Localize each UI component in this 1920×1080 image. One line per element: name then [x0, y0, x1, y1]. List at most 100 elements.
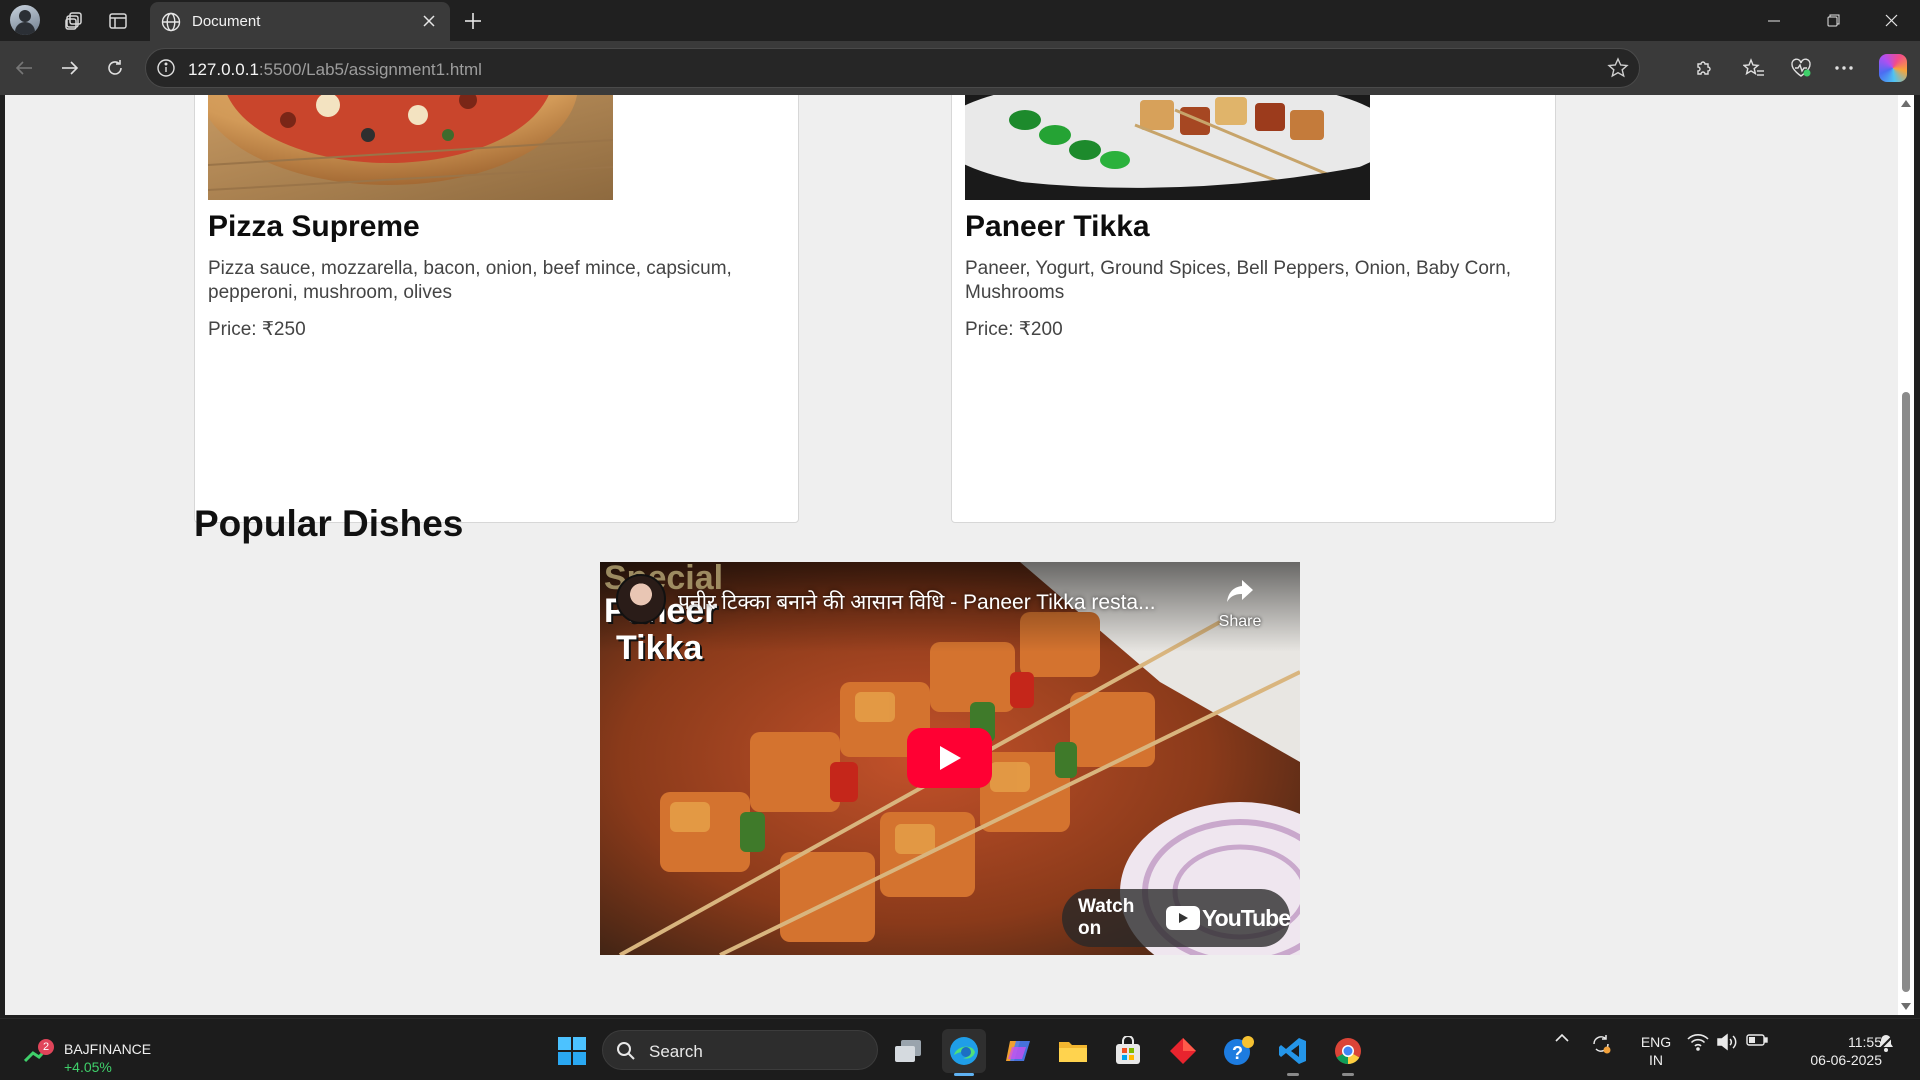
search-label: Search	[649, 1042, 703, 1061]
scroll-up-arrow-icon[interactable]	[1901, 100, 1911, 107]
forward-button[interactable]	[55, 53, 85, 83]
volume-icon[interactable]	[1715, 1033, 1739, 1051]
diamond-app-icon	[1170, 1038, 1196, 1064]
folder-icon	[1059, 1042, 1087, 1062]
youtube-embed[interactable]: Special Paneer Tikka पनीर टिक्का बनाने क…	[600, 562, 1300, 955]
task-view-button[interactable]	[886, 1029, 930, 1073]
restore-button[interactable]	[1804, 0, 1862, 41]
taskbar-copilot[interactable]	[996, 1029, 1040, 1073]
language-code: ENG	[1640, 1034, 1672, 1050]
stock-change: +4.05%	[64, 1059, 112, 1075]
taskbar-edge[interactable]	[942, 1029, 986, 1076]
taskbar-tips[interactable]: ?	[1216, 1029, 1260, 1073]
notification-bell-icon[interactable]	[1874, 1033, 1898, 1053]
favorite-star-icon[interactable]	[1607, 57, 1629, 84]
taskbar-chrome[interactable]	[1326, 1029, 1370, 1076]
vertical-scrollbar[interactable]	[1898, 95, 1914, 1015]
refresh-button[interactable]	[100, 53, 130, 83]
card-title: Pizza Supreme	[208, 210, 420, 243]
share-icon	[1227, 580, 1253, 602]
running-indicator	[1287, 1073, 1299, 1076]
pizza-image	[208, 95, 613, 200]
edge-icon	[950, 1037, 978, 1065]
wifi-icon[interactable]	[1686, 1033, 1710, 1051]
url-host: 127.0.0.1	[188, 60, 259, 79]
card-description: Pizza sauce, mozzarella, bacon, onion, b…	[208, 258, 732, 303]
taskbar-store[interactable]	[1106, 1029, 1150, 1073]
window-frame-right	[1914, 95, 1920, 1015]
input-language[interactable]: ENG IN	[1636, 1033, 1676, 1069]
workspaces-icon[interactable]	[60, 7, 88, 35]
battery-icon[interactable]	[1745, 1033, 1769, 1047]
taskbar-file-explorer[interactable]	[1051, 1029, 1095, 1073]
close-tab-icon[interactable]	[418, 10, 440, 32]
vscode-icon	[1279, 1038, 1306, 1064]
sync-icon[interactable]	[1588, 1033, 1614, 1055]
card-title: Paneer Tikka	[965, 210, 1150, 243]
menu-card-paneer: Paneer Tikka Paneer, Yogurt, Ground Spic…	[951, 95, 1556, 523]
play-icon	[939, 746, 961, 770]
youtube-wordmark: YouTube	[1202, 904, 1291, 931]
section-title-popular-dishes: Popular Dishes	[194, 503, 464, 544]
taskbar-search[interactable]: Search	[602, 1030, 878, 1070]
scrollbar-thumb[interactable]	[1902, 392, 1910, 992]
copilot-app-icon	[1006, 1041, 1030, 1061]
stock-ticker: BAJFINANCE	[64, 1041, 152, 1057]
search-icon	[617, 1042, 635, 1060]
taskbar: 2 BAJFINANCE +4.05% Search ? ENG IN 11:5…	[0, 1018, 1920, 1080]
address-bar[interactable]: 127.0.0.1:5500/Lab5/assignment1.html	[145, 48, 1640, 88]
running-indicator	[954, 1073, 974, 1076]
card-price: Price: ₹200	[965, 319, 1063, 340]
menu-card-pizza: Pizza Supreme Pizza sauce, mozzarella, b…	[194, 95, 799, 523]
running-indicator	[1342, 1073, 1354, 1076]
page-viewport: Pizza Supreme Pizza sauce, mozzarella, b…	[5, 95, 1898, 1015]
close-window-button[interactable]	[1862, 0, 1920, 41]
vertical-tabs-icon[interactable]	[104, 7, 132, 35]
minimize-button[interactable]	[1745, 0, 1803, 41]
watch-on-label: Watch on	[1078, 896, 1135, 939]
share-label: Share	[1218, 613, 1262, 630]
more-options-icon[interactable]	[1829, 53, 1859, 83]
video-title[interactable]: पनीर टिक्का बनाने की आसान विधि - Paneer …	[678, 588, 1156, 616]
new-tab-button[interactable]	[458, 6, 488, 36]
tab-title: Document	[192, 13, 261, 30]
copilot-icon[interactable]	[1879, 54, 1907, 82]
channel-avatar[interactable]	[616, 574, 666, 624]
start-button[interactable]	[550, 1029, 594, 1073]
tab-strip: Document	[0, 0, 1920, 41]
paneer-image	[965, 95, 1370, 200]
play-button[interactable]	[907, 728, 992, 788]
clock-time: 11:55	[1848, 1034, 1882, 1050]
watch-on-youtube-button[interactable]: Watch on YouTube	[1062, 889, 1291, 947]
card-price: Price: ₹250	[208, 319, 306, 340]
show-hidden-icons-chevron-icon[interactable]	[1552, 1033, 1572, 1043]
system-clock[interactable]: 11:55 06-06-2025	[1782, 1033, 1882, 1069]
task-view-icon	[895, 1040, 921, 1062]
taskbar-vscode[interactable]	[1271, 1029, 1315, 1076]
windows-logo-icon	[558, 1037, 586, 1065]
chrome-icon	[1335, 1038, 1361, 1065]
youtube-play-icon	[1166, 906, 1201, 930]
url-path: :5500/Lab5/assignment1.html	[258, 60, 482, 79]
profile-avatar[interactable]	[10, 5, 40, 35]
browser-essentials-icon[interactable]	[1786, 53, 1816, 83]
store-icon	[1116, 1036, 1140, 1064]
share-button[interactable]: Share	[1210, 578, 1270, 631]
globe-icon	[160, 11, 182, 38]
thumbnail-text-tikka: Tikka	[616, 629, 703, 667]
extensions-icon[interactable]	[1689, 53, 1719, 83]
back-button[interactable]	[9, 53, 39, 83]
svg-text:?: ?	[1232, 1043, 1243, 1063]
region-code: IN	[1649, 1052, 1663, 1068]
scroll-down-arrow-icon[interactable]	[1901, 1003, 1911, 1010]
taskbar-red-app[interactable]	[1161, 1029, 1205, 1073]
tab-document[interactable]: Document	[150, 2, 450, 41]
youtube-logo: YouTube	[1166, 904, 1291, 932]
favorites-icon[interactable]	[1739, 53, 1769, 83]
site-info-icon[interactable]	[156, 58, 176, 83]
clock-date: 06-06-2025	[1810, 1052, 1882, 1068]
stock-widget[interactable]: 2 BAJFINANCE +4.05%	[24, 1031, 174, 1075]
card-description: Paneer, Yogurt, Ground Spices, Bell Pepp…	[965, 258, 1512, 303]
url-text: 127.0.0.1:5500/Lab5/assignment1.html	[188, 60, 482, 80]
address-bar-row: 127.0.0.1:5500/Lab5/assignment1.html	[0, 41, 1920, 95]
